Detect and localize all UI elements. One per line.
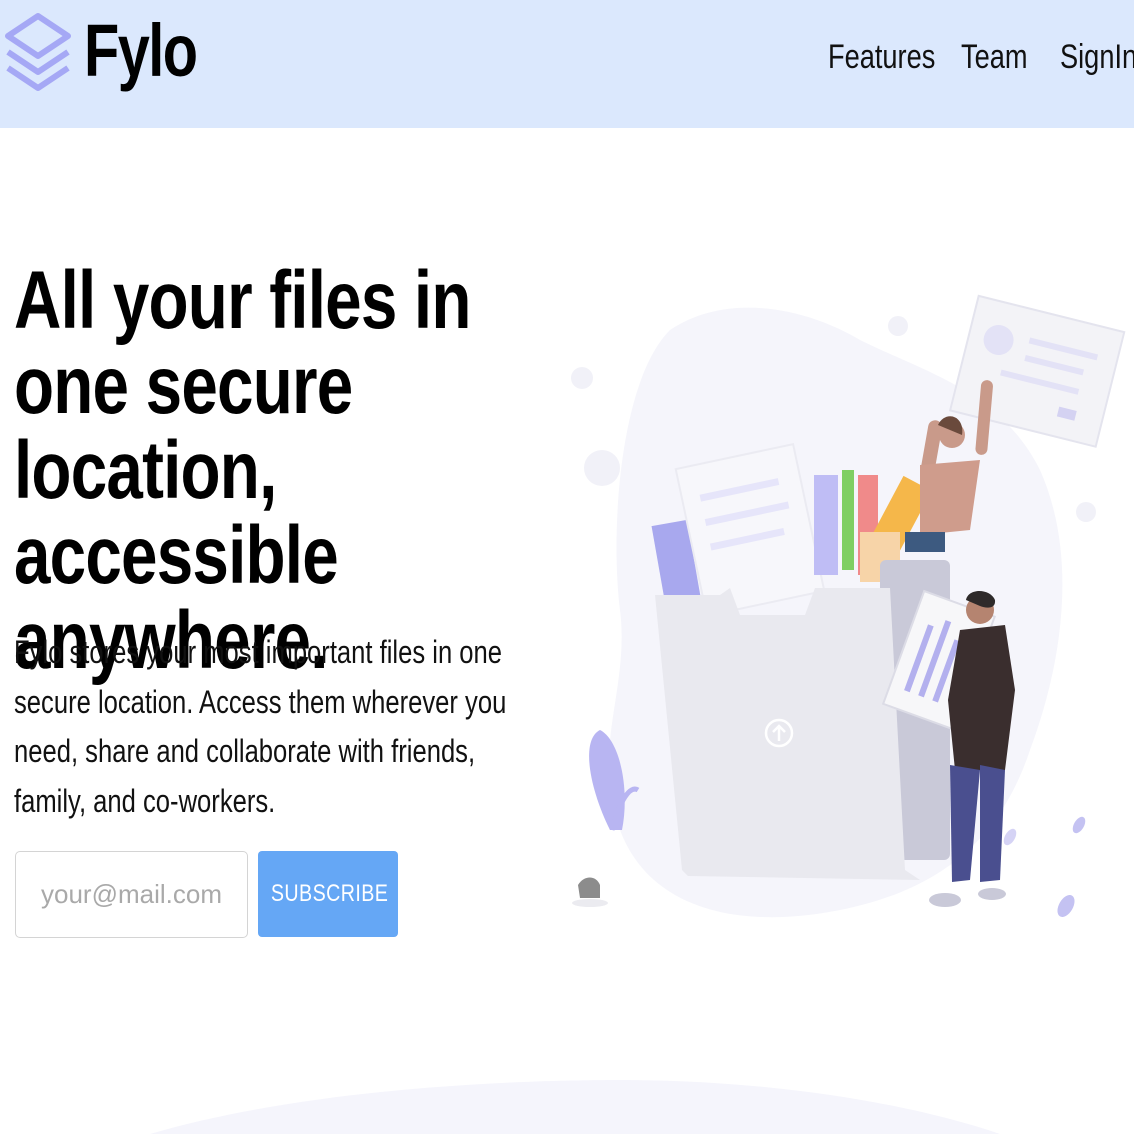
site-header: Fylo Features Team SignIn xyxy=(0,0,1134,128)
nav-team[interactable]: Team xyxy=(961,34,1028,80)
hero-description: Fylo stores your most important files in… xyxy=(14,634,507,819)
hero-title: All your files in one secure location, a… xyxy=(14,255,471,686)
layers-logo-icon[interactable] xyxy=(4,12,72,98)
nav-signin[interactable]: SignIn xyxy=(1060,34,1134,80)
nav-features[interactable]: Features xyxy=(828,34,935,80)
email-input[interactable] xyxy=(15,851,248,938)
subscribe-button[interactable]: SUBSCRIBE xyxy=(258,851,398,937)
hero-illustration xyxy=(571,294,1126,918)
bottom-wave xyxy=(150,1080,1000,1134)
brand-logo[interactable]: Fylo xyxy=(84,6,198,96)
subscribe-label: SUBSCRIBE xyxy=(270,880,389,907)
